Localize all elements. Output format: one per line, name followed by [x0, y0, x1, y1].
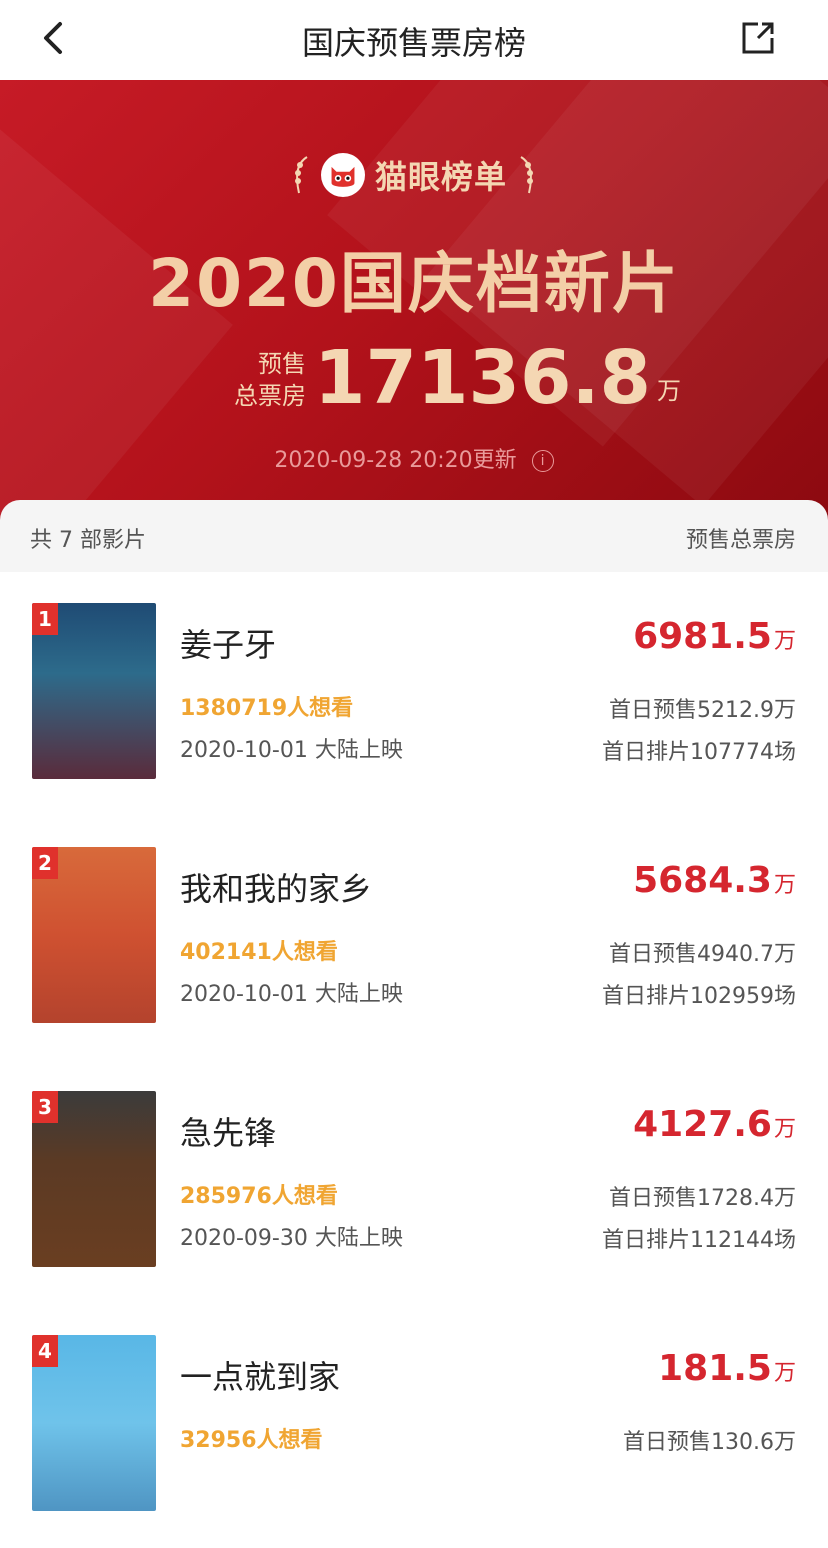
want-to-see: 32956人想看 [180, 1428, 323, 1453]
box-value: 4127.6 [633, 1104, 772, 1145]
rank-badge: 1 [32, 603, 58, 635]
brand-header: 猫眼榜单 [0, 152, 828, 198]
box-unit: 万 [773, 873, 796, 898]
want-to-see: 285976人想看 [180, 1184, 338, 1209]
rank-badge: 3 [32, 1091, 58, 1123]
list-item[interactable]: 4 一点就到家 32956人想看 181.5万 首日预售130.6万 [0, 1304, 828, 1548]
rank-badge: 4 [32, 1335, 58, 1367]
movie-title: 姜子牙 [180, 626, 277, 664]
list-item[interactable]: 3 急先锋 285976人想看 2020-09-30 大陆上映 4127.6万 … [0, 1060, 828, 1304]
presale-labels: 预售 总票房 [232, 348, 306, 412]
release-date: 2020-10-01 大陆上映 [180, 982, 403, 1007]
movie-title: 急先锋 [180, 1114, 277, 1152]
movie-list: 1 姜子牙 1380719人想看 2020-10-01 大陆上映 6981.5万… [0, 572, 828, 1511]
first-day-presale: 首日预售5212.9万 [609, 698, 796, 723]
list-item[interactable]: 2 我和我的家乡 402141人想看 2020-10-01 大陆上映 5684.… [0, 816, 828, 1060]
movie-poster[interactable]: 1 [32, 603, 156, 779]
movie-count: 共 7 部影片 [30, 528, 146, 553]
presale-box-office: 181.5万 [658, 1348, 796, 1389]
box-unit: 万 [773, 1361, 796, 1386]
update-time: 2020-09-28 20:20更新 i [0, 442, 828, 474]
presale-box-office: 5684.3万 [633, 860, 796, 901]
want-to-see: 402141人想看 [180, 940, 338, 965]
first-day-presale: 首日预售4940.7万 [609, 942, 796, 967]
movie-poster[interactable]: 3 [32, 1091, 156, 1267]
laurel-left-icon [294, 156, 308, 194]
presale-value: 17136.8 [314, 335, 652, 421]
presale-label-2: 总票房 [234, 382, 306, 410]
box-value: 181.5 [658, 1348, 772, 1389]
info-icon[interactable]: i [531, 450, 554, 472]
first-day-screenings: 首日排片102959场 [602, 984, 796, 1009]
movie-poster[interactable]: 4 [32, 1335, 156, 1511]
page-title: 国庆预售票房榜 [301, 24, 526, 62]
want-to-see: 1380719人想看 [180, 696, 354, 721]
movie-title: 一点就到家 [180, 1358, 341, 1396]
maoyan-cat-logo-icon [320, 153, 365, 197]
share-icon[interactable] [738, 18, 778, 58]
list-summary-header: 共 7 部影片 预售总票房 [0, 500, 828, 572]
presale-unit: 万 [657, 377, 682, 405]
first-day-screenings: 首日排片112144场 [602, 1228, 796, 1253]
update-time-text: 2020-09-28 20:20更新 [274, 448, 517, 473]
hero-banner: 猫眼榜单 2020国庆档新片 预售 总票房 17136.8 万 2020-09-… [0, 80, 828, 525]
release-date: 2020-10-01 大陆上映 [180, 738, 403, 763]
box-value: 6981.5 [633, 616, 772, 657]
box-value: 5684.3 [633, 860, 772, 901]
column-label-presale-total: 预售总票房 [685, 528, 796, 553]
box-unit: 万 [773, 1117, 796, 1142]
first-day-presale: 首日预售1728.4万 [609, 1186, 796, 1211]
laurel-right-icon [520, 156, 533, 194]
release-date: 2020-09-30 大陆上映 [180, 1226, 403, 1251]
top-navigation-bar: 国庆预售票房榜 [0, 0, 828, 81]
presale-label-1: 预售 [258, 350, 306, 378]
list-item[interactable]: 1 姜子牙 1380719人想看 2020-10-01 大陆上映 6981.5万… [0, 572, 828, 816]
banner-headline: 2020国庆档新片 [148, 245, 680, 322]
presale-total: 预售 总票房 17136.8 万 [232, 338, 681, 418]
brand-text: 猫眼榜单 [374, 158, 507, 196]
box-unit: 万 [773, 629, 796, 654]
movie-poster[interactable]: 2 [32, 847, 156, 1023]
rank-badge: 2 [32, 847, 58, 879]
presale-box-office: 4127.6万 [633, 1104, 796, 1145]
first-day-presale: 首日预售130.6万 [623, 1430, 796, 1455]
movie-title: 我和我的家乡 [180, 870, 373, 908]
presale-box-office: 6981.5万 [633, 616, 796, 657]
first-day-screenings: 首日排片107774场 [602, 740, 796, 765]
